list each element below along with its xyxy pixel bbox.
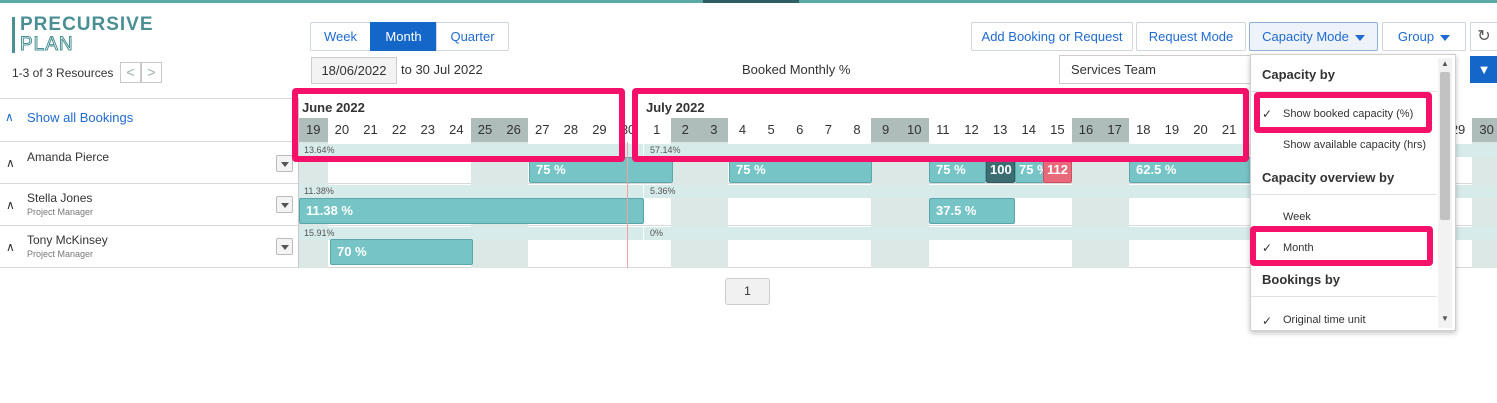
menu-item-show-available[interactable]: Show available capacity (hrs) [1283,139,1426,151]
day-header: 30 [1472,118,1497,142]
booking-bar[interactable]: 37.5 % [929,198,1015,224]
monthly-percent: 11.38% [304,186,334,196]
resource-name[interactable]: Amanda Pierce [27,150,109,164]
menu-scrollbar-thumb[interactable] [1440,72,1450,220]
divider [1251,296,1437,297]
chevron-down-icon [1440,34,1451,41]
today-marker [627,142,628,268]
start-date-field[interactable]: 18/06/2022 [311,57,397,84]
resource-menu-button[interactable] [276,238,293,255]
period-month-button[interactable]: Month [370,22,437,51]
highlight-box-booked [1254,92,1432,133]
monthly-percent: 15.91% [304,228,335,238]
period-quarter-button[interactable]: Quarter [436,22,509,51]
team-select[interactable]: Services Team [1059,55,1255,84]
highlight-box-june [292,88,625,162]
collapse-chevron-icon[interactable]: ∧ [6,198,15,212]
menu-heading: Capacity overview by [1262,170,1395,185]
next-page-button[interactable]: > [141,62,162,83]
resource-menu-button[interactable] [276,196,293,213]
request-mode-button[interactable]: Request Mode [1136,22,1246,51]
booked-monthly-label: Booked Monthly % [742,62,851,77]
highlight-box-july [632,88,1249,162]
filter-icon[interactable]: ▼ [1470,56,1497,83]
chevron-down-icon [1354,34,1365,41]
resource-role: Project Manager [27,249,94,259]
resource-count: 1-3 of 3 Resources [12,66,114,80]
resource-role: Project Manager [27,207,94,217]
divider [1251,194,1437,195]
weekend-column [1472,142,1497,268]
divider [0,141,298,142]
end-date-label: to 30 Jul 2022 [401,62,483,77]
refresh-icon[interactable]: ↻ [1470,22,1497,51]
group-label: Group [1397,29,1435,44]
monthly-percent: 5.36% [650,186,676,196]
menu-item-original-unit[interactable]: Original time unit [1283,314,1366,326]
capacity-mode-label: Capacity Mode [1262,29,1349,44]
add-booking-button[interactable]: Add Booking or Request [971,22,1133,51]
period-week-button[interactable]: Week [310,22,371,51]
show-all-bookings-link[interactable]: Show all Bookings [27,110,133,125]
monthly-percent: 0% [650,228,664,238]
booking-bar[interactable]: 70 % [330,239,473,265]
top-accent-marker [703,0,799,3]
highlight-box-month [1250,226,1433,266]
resource-name[interactable]: Stella Jones [27,191,92,205]
collapse-chevron-icon[interactable]: ∧ [6,156,15,170]
group-button[interactable]: Group [1382,22,1466,51]
chevron-up-icon[interactable]: ∧ [5,110,14,124]
collapse-chevron-icon[interactable]: ∧ [6,240,15,254]
logo-mark [12,17,15,53]
divider [0,98,298,99]
booking-bar[interactable]: 11.38 % [299,198,644,224]
menu-item-week[interactable]: Week [1283,211,1311,223]
menu-heading: Bookings by [1262,272,1341,287]
menu-heading: Capacity by [1262,67,1335,82]
page-number-button[interactable]: 1 [725,278,770,305]
scroll-down-icon[interactable]: ▼ [1441,314,1449,323]
prev-page-button[interactable]: < [120,62,141,83]
resource-menu-button[interactable] [276,155,293,172]
logo-text-line1: PRECURSIVE [20,14,154,35]
logo-text-line2: PLAN [20,34,74,56]
capacity-mode-button[interactable]: Capacity Mode [1249,22,1378,51]
scroll-up-icon[interactable]: ▲ [1441,59,1449,68]
check-icon: ✓ [1262,314,1273,328]
resource-name[interactable]: Tony McKinsey [27,233,108,247]
monthly-band [299,185,643,198]
